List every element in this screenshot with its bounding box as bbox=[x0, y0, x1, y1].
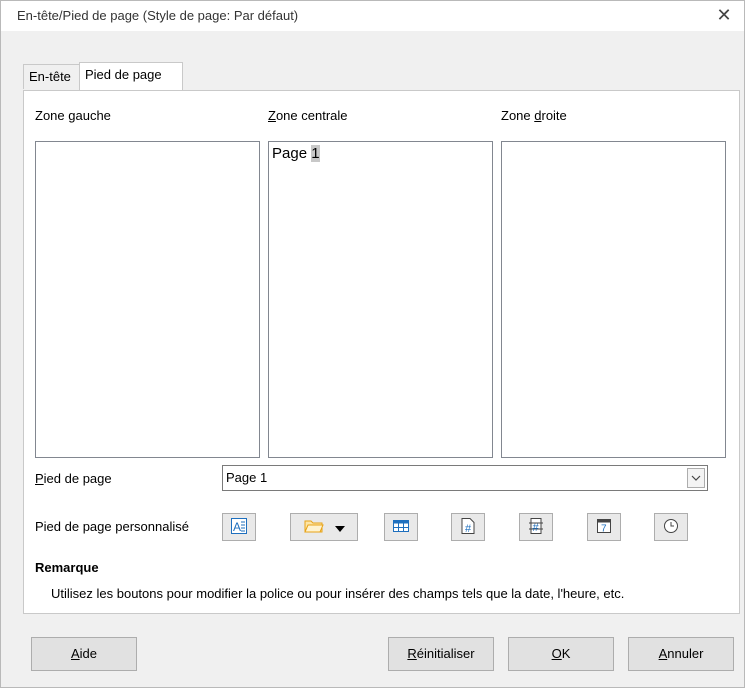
custom-footer-label: Pied de page personnalisé bbox=[35, 519, 189, 534]
help-button[interactable]: Aide bbox=[31, 637, 137, 671]
note-heading: Remarque bbox=[35, 560, 99, 575]
page-number-button[interactable]: # bbox=[451, 513, 485, 541]
cancel-button[interactable]: Annuler bbox=[628, 637, 734, 671]
tab-footer[interactable]: Pied de page bbox=[79, 62, 183, 90]
text-attributes-icon: A bbox=[230, 517, 248, 538]
text-attributes-button[interactable]: A bbox=[222, 513, 256, 541]
zone-center-content: Page 1 bbox=[272, 145, 320, 162]
page-number-field: 1 bbox=[311, 145, 320, 162]
footer-select[interactable]: Page 1 bbox=[222, 465, 708, 491]
dialog-window: En-tête/Pied de page (Style de page: Par… bbox=[0, 0, 745, 688]
date-icon: 7 bbox=[595, 517, 613, 538]
footer-select-label: Pied de page bbox=[35, 471, 112, 486]
insert-table-button[interactable] bbox=[384, 513, 418, 541]
reset-button[interactable]: Réinitialiser bbox=[388, 637, 494, 671]
chevron-down-icon[interactable] bbox=[687, 468, 705, 488]
zone-right-label: Zone droite bbox=[501, 108, 567, 123]
svg-text:A: A bbox=[233, 520, 241, 534]
zone-center-edit[interactable]: Page 1 bbox=[268, 141, 493, 458]
zone-center-label: Zone centrale bbox=[268, 108, 348, 123]
dropdown-arrow-icon bbox=[335, 520, 345, 535]
footer-select-value: Page 1 bbox=[226, 470, 268, 485]
tab-header[interactable]: En-tête bbox=[23, 64, 83, 89]
title-bar: En-tête/Pied de page (Style de page: Par… bbox=[1, 1, 744, 31]
date-button[interactable]: 7 bbox=[587, 513, 621, 541]
svg-text:#: # bbox=[533, 522, 540, 534]
ok-button[interactable]: OK bbox=[508, 637, 614, 671]
zone-left-edit[interactable] bbox=[35, 141, 260, 458]
close-icon[interactable]: ✕ bbox=[714, 5, 734, 25]
time-icon bbox=[662, 517, 680, 538]
time-button[interactable] bbox=[654, 513, 688, 541]
page-count-icon: # bbox=[527, 517, 545, 538]
dialog-title: En-tête/Pied de page (Style de page: Par… bbox=[17, 8, 299, 23]
zone-left-label: Zone gauche bbox=[35, 108, 111, 123]
insert-table-icon bbox=[392, 518, 410, 537]
footer-tab-panel: Zone gauche Zone centrale Zone droite Pa… bbox=[23, 90, 740, 614]
page-count-button[interactable]: # bbox=[519, 513, 553, 541]
svg-text:#: # bbox=[465, 523, 472, 535]
folder-dropdown-button[interactable] bbox=[290, 513, 358, 541]
note-text: Utilisez les boutons pour modifier la po… bbox=[51, 586, 625, 601]
page-number-icon: # bbox=[459, 517, 477, 538]
tab-footer-label: Pied de page bbox=[85, 67, 162, 82]
folder-icon bbox=[303, 517, 325, 538]
zone-right-edit[interactable] bbox=[501, 141, 726, 458]
tab-header-label: En-tête bbox=[29, 69, 71, 84]
svg-text:7: 7 bbox=[601, 523, 607, 534]
